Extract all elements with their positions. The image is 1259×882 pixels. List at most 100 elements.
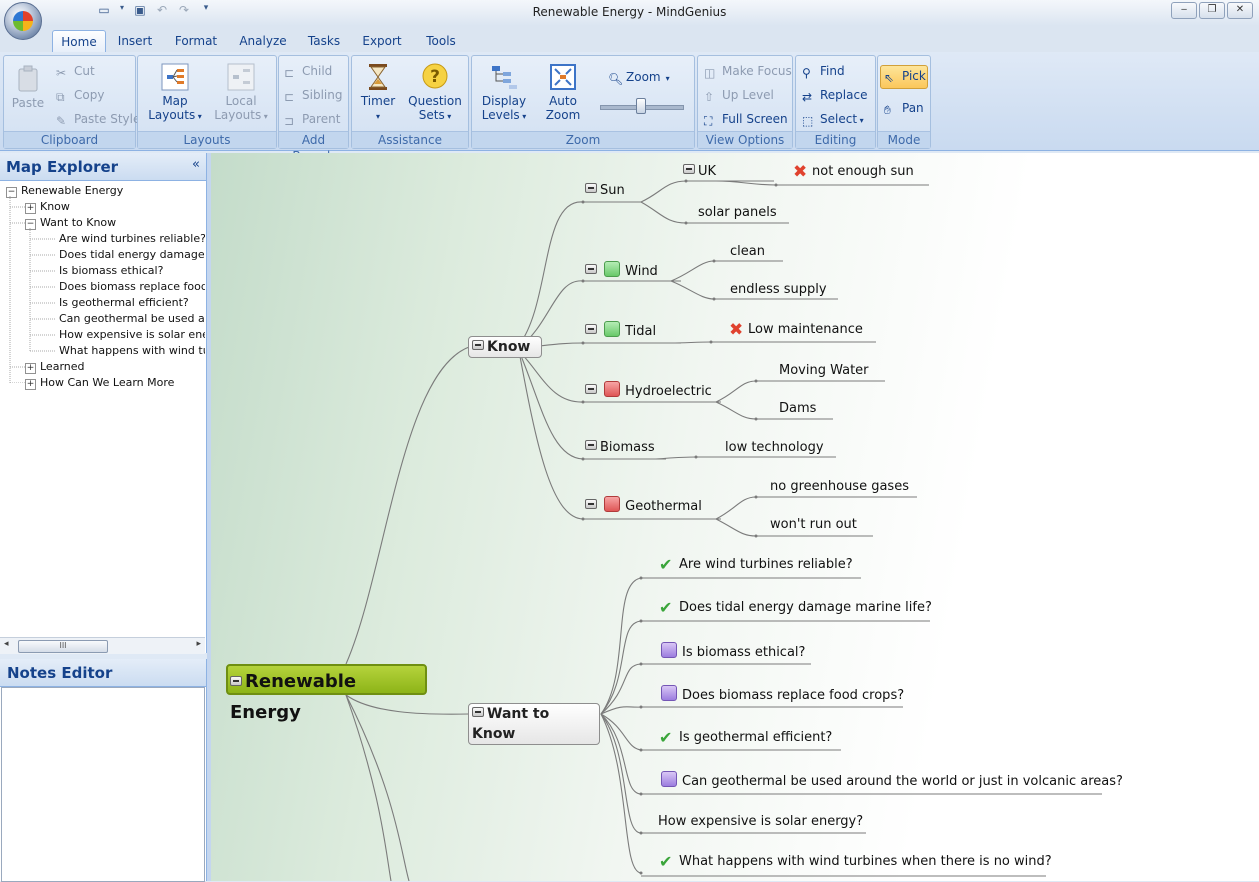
paste-style-button[interactable]: ✎ Paste Style (56, 112, 140, 128)
make-focus-button[interactable]: ◫ Make Focus (704, 64, 792, 80)
node-moving-water[interactable]: Moving Water (779, 363, 869, 378)
copy-label: Copy (74, 88, 105, 102)
node-hydroelectric[interactable]: Hydroelectric (585, 381, 712, 399)
child-branch-icon: ⊏ (284, 66, 295, 80)
question-sets-label-2: Sets (418, 108, 445, 122)
node-question[interactable]: ✔ Are wind turbines reliable? (659, 555, 853, 574)
tab-format[interactable]: Format (170, 30, 222, 52)
collapse-node-icon[interactable] (472, 707, 484, 717)
node-uk[interactable]: UK (683, 164, 716, 179)
map-layouts-button[interactable]: Map Layouts ▾ (144, 62, 206, 122)
magnifier-icon: 🔍︎ (608, 72, 624, 86)
red-status-icon (604, 381, 621, 397)
minimize-icon[interactable]: ‒ (1171, 2, 1197, 19)
display-levels-button[interactable]: Display Levels ▾ (476, 62, 532, 122)
node-question[interactable]: Can geothermal be used around the world … (661, 771, 1123, 789)
assistance-group: Timer ▾ ? Question Sets ▾ Assistance (351, 55, 469, 149)
node-endless-supply[interactable]: endless supply (730, 282, 827, 297)
tree-item[interactable]: Is geothermal efficient? (59, 295, 189, 311)
node-question[interactable]: Does biomass replace food crops? (661, 685, 904, 703)
collapse-node-icon[interactable] (585, 499, 597, 509)
paste-button[interactable]: Paste (8, 64, 48, 110)
tab-home[interactable]: Home (52, 30, 106, 53)
full-screen-button[interactable]: ⛶ Full Screen (704, 112, 788, 128)
parent-button[interactable]: ⊐ Parent (284, 112, 340, 128)
node-question[interactable]: How expensive is solar energy? (658, 814, 863, 829)
node-tidal[interactable]: Tidal (585, 321, 656, 339)
node-know[interactable]: Know (468, 336, 542, 358)
node-low-technology[interactable]: low technology (725, 440, 824, 455)
collapse-node-icon[interactable] (585, 264, 597, 274)
node-wont-run-out[interactable]: won't run out (770, 517, 857, 532)
node-biomass[interactable]: Biomass (585, 440, 655, 455)
up-level-button[interactable]: ⇧ Up Level (704, 88, 774, 104)
collapse-node-icon[interactable] (472, 340, 484, 350)
tree-item[interactable]: Can geothermal be used around the world … (59, 311, 205, 327)
collapse-panel-icon[interactable]: « (192, 157, 200, 172)
node-question[interactable]: ✔ Is geothermal efficient? (659, 728, 832, 747)
node-not-enough-sun[interactable]: ✖ not enough sun (793, 162, 914, 182)
collapse-node-icon[interactable] (585, 324, 597, 334)
node-geothermal[interactable]: Geothermal (585, 496, 702, 514)
local-layouts-button[interactable]: Local Layouts ▾ (210, 62, 272, 122)
node-no-greenhouse-gases[interactable]: no greenhouse gases (770, 479, 909, 494)
scrollbar-thumb[interactable]: III (18, 640, 108, 653)
node-sun[interactable]: Sun (585, 183, 625, 198)
select-button[interactable]: ⬚ Select ▾ (802, 112, 864, 128)
tab-analyze[interactable]: Analyze (236, 30, 290, 52)
notes-text-area[interactable] (1, 687, 205, 882)
node-label: Geothermal (625, 499, 702, 514)
collapse-node-icon[interactable] (585, 440, 597, 450)
node-clean[interactable]: clean (730, 244, 765, 259)
collapse-node-icon[interactable] (585, 384, 597, 394)
scroll-left-icon[interactable]: ◂ (4, 639, 9, 649)
node-question[interactable]: Is biomass ethical? (661, 642, 805, 660)
cross-mark-icon: ✖ (729, 320, 744, 340)
zoom-dropdown[interactable]: 🔍︎ Zoom ▾ (608, 70, 670, 86)
replace-button[interactable]: ⇄ Replace (802, 88, 867, 104)
scroll-right-icon[interactable]: ▸ (196, 639, 201, 649)
copy-button[interactable]: ⧉ Copy (56, 88, 104, 104)
close-icon[interactable]: ✕ (1227, 2, 1253, 19)
collapse-node-icon[interactable] (585, 183, 597, 193)
node-solar-panels[interactable]: solar panels (698, 205, 777, 220)
make-focus-label: Make Focus (722, 64, 792, 78)
tab-tasks[interactable]: Tasks (302, 30, 346, 52)
auto-zoom-label-2: Zoom (545, 108, 581, 122)
central-topic-node[interactable]: Renewable Energy (226, 664, 427, 723)
node-dams[interactable]: Dams (779, 401, 816, 416)
mind-map-canvas[interactable]: Renewable Energy Know Want to Know Sun U… (211, 153, 1259, 881)
sibling-button[interactable]: ⊏ Sibling (284, 88, 342, 104)
restore-icon[interactable]: ❐ (1199, 2, 1225, 19)
explorer-horizontal-scrollbar[interactable]: ◂ III ▸ (0, 637, 205, 654)
question-sets-button[interactable]: ? Question Sets ▾ (406, 62, 464, 122)
node-low-maintenance[interactable]: ✖ Low maintenance (729, 320, 863, 340)
application-menu-button[interactable] (4, 2, 42, 40)
child-button[interactable]: ⊏ Child (284, 64, 332, 80)
timer-button[interactable]: Timer ▾ (356, 62, 400, 122)
tree-item[interactable]: Are wind turbines reliable? (59, 231, 205, 247)
cut-button[interactable]: ✂ Cut (56, 64, 95, 80)
zoom-slider-thumb[interactable] (636, 98, 646, 114)
tree-item[interactable]: What happens with wind turbines when the… (59, 343, 205, 359)
replace-icon: ⇄ (802, 90, 813, 104)
tree-item[interactable]: How expensive is solar energy? (59, 327, 205, 343)
paintbrush-icon: ✎ (56, 114, 67, 128)
tree-item[interactable]: Is biomass ethical? (59, 263, 163, 279)
tree-item[interactable]: Does biomass replace food crops? (59, 279, 205, 295)
tab-export[interactable]: Export (358, 30, 406, 52)
node-question[interactable]: ✔ Does tidal energy damage marine life? (659, 598, 932, 617)
collapse-node-icon[interactable] (683, 164, 695, 174)
find-button[interactable]: ⚲ Find (802, 64, 845, 80)
tree-item[interactable]: Does tidal energy damage marine life? (59, 247, 205, 263)
node-question[interactable]: ✔ What happens with wind turbines when th… (659, 852, 1052, 871)
green-status-icon (604, 261, 621, 277)
tab-tools[interactable]: Tools (418, 30, 464, 52)
node-wind[interactable]: Wind (585, 261, 658, 279)
collapse-node-icon[interactable] (230, 676, 242, 686)
tab-insert[interactable]: Insert (112, 30, 158, 52)
node-want-to-know[interactable]: Want to Know (468, 703, 600, 745)
auto-zoom-button[interactable]: Auto Zoom (538, 62, 588, 122)
node-label: Is geothermal efficient? (679, 730, 833, 745)
pan-button[interactable]: ✋︎ Pan (884, 101, 924, 117)
